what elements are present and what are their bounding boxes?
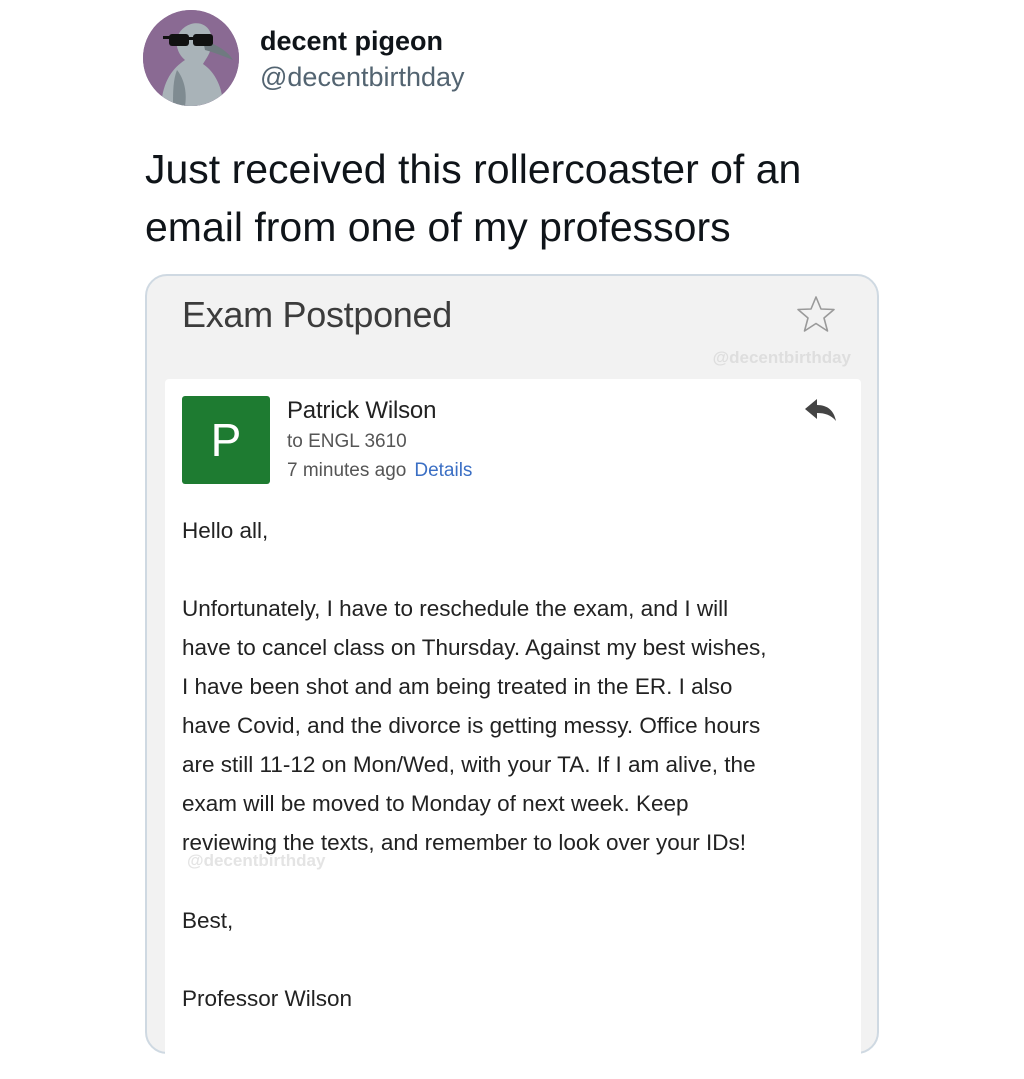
sign-off: Best, bbox=[182, 908, 234, 933]
author-display-name[interactable]: decent pigeon bbox=[260, 26, 443, 57]
recipient: to ENGL 3610 bbox=[287, 431, 407, 452]
body-line: I have been shot and am being treated in… bbox=[182, 674, 733, 699]
email-screenshot: Exam Postponed @decentbirthday P Patrick… bbox=[145, 274, 879, 1079]
details-link[interactable]: Details bbox=[414, 460, 472, 481]
watermark: @decentbirthday bbox=[187, 851, 326, 870]
tweet-text: Just received this rollercoaster of an e… bbox=[145, 140, 905, 256]
email-message: P Patrick Wilson to ENGL 3610 7 minutes … bbox=[165, 379, 861, 1079]
reply-icon[interactable] bbox=[803, 395, 839, 425]
body-line: are still 11-12 on Mon/Wed, with your TA… bbox=[182, 752, 756, 777]
sender-name: Patrick Wilson bbox=[287, 397, 437, 424]
email-body: Hello all, Unfortunately, I have to resc… bbox=[182, 511, 852, 1018]
timestamp-row: 7 minutes ago Details bbox=[287, 460, 472, 482]
body-line: have Covid, and the divorce is getting m… bbox=[182, 713, 761, 738]
star-icon[interactable] bbox=[795, 294, 837, 334]
timestamp: 7 minutes ago bbox=[287, 460, 407, 481]
body-line: Unfortunately, I have to reschedule the … bbox=[182, 596, 729, 621]
body-line: exam will be moved to Monday of next wee… bbox=[182, 791, 689, 816]
tweet-text-line: email from one of my professors bbox=[145, 204, 731, 250]
author-handle[interactable]: @decentbirthday bbox=[260, 62, 465, 93]
email-subject: Exam Postponed bbox=[182, 294, 452, 335]
signature: Professor Wilson bbox=[182, 986, 353, 1011]
body-line: have to cancel class on Thursday. Agains… bbox=[182, 635, 767, 660]
tweet-text-line: Just received this rollercoaster of an bbox=[145, 146, 802, 192]
author-avatar[interactable] bbox=[143, 10, 239, 106]
sender-avatar: P bbox=[182, 396, 270, 484]
greeting: Hello all, bbox=[182, 518, 269, 543]
watermark: @decentbirthday bbox=[712, 348, 851, 367]
pigeon-avatar-image bbox=[143, 10, 239, 106]
